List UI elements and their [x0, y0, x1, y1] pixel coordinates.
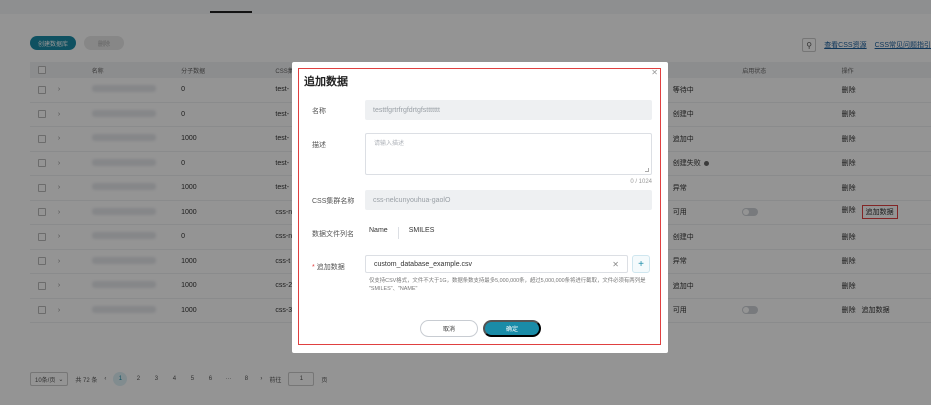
name-label: 名称: [312, 108, 326, 115]
append-data-label-text: 追加数据: [316, 264, 345, 271]
css-cluster-label: CSS集群名称: [312, 198, 355, 205]
file-name: custom_database_example.csv: [374, 260, 473, 268]
add-file-button[interactable]: +: [632, 255, 650, 273]
css-cluster-field: css-nelcunyouhua-gaolO: [365, 190, 652, 210]
append-data-dialog: 追加数据 ✕ 名称 testtfgrtrfrgfdrtgfsttttttt 描述…: [292, 62, 668, 353]
description-placeholder: 请输入描述: [374, 141, 405, 147]
upload-hint: 仅支持CSV格式，文件不大于1G，数据条数支持最多5,000,000条，超过5,…: [369, 278, 646, 292]
resize-handle[interactable]: [645, 168, 649, 172]
confirm-button[interactable]: 确定: [483, 320, 541, 337]
column-name: Name: [369, 227, 388, 234]
required-mark: *: [312, 264, 315, 271]
close-icon[interactable]: ✕: [651, 68, 658, 77]
description-label: 描述: [312, 142, 326, 149]
description-textarea[interactable]: 请输入描述: [365, 133, 652, 175]
column-names: Name SMILES: [369, 227, 434, 239]
cancel-button[interactable]: 取消: [420, 320, 478, 337]
name-field: testtfgrtrfrgfdrtgfsttttttt: [365, 100, 652, 120]
append-data-label: * 追加数据: [312, 262, 345, 272]
clear-file-icon[interactable]: ✕: [612, 260, 619, 269]
description-counter: 0 / 1024: [630, 179, 652, 185]
dialog-title: 追加数据: [304, 76, 348, 88]
column-divider: [397, 227, 399, 239]
file-upload-field[interactable]: custom_database_example.csv ✕: [365, 255, 628, 273]
column-smiles: SMILES: [408, 227, 435, 234]
column-names-label: 数据文件列名: [312, 231, 354, 238]
